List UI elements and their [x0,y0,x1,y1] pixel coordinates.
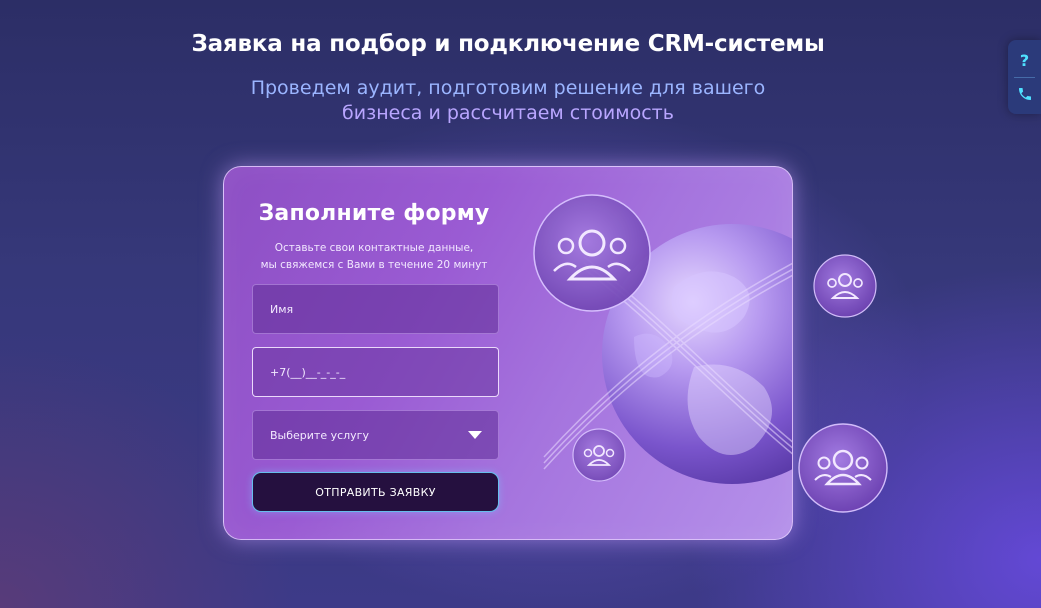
name-placeholder: Имя [270,302,294,316]
side-contact-widget: ? [1008,40,1041,114]
form-description-line-1: Оставьте свои контактные данные, [274,242,474,254]
phone-icon [1018,88,1031,100]
page-title: Заявка на подбор и подключение CRM-систе… [191,31,825,57]
form-description: Оставьте свои контактные данные, мы свяж… [224,240,524,274]
question-icon: ? [1019,50,1030,70]
page-subtitle: Проведем аудит, подготовим решение для в… [0,76,1016,126]
subtitle-line-1: Проведем аудит, подготовим решение для в… [250,77,766,99]
service-select-label: Выберите услугу [270,428,369,442]
help-button[interactable]: ? [1008,43,1041,77]
users-group-icon [798,423,888,513]
globe-illustration [533,194,792,484]
globe-illustration-overflow [798,254,888,513]
call-button[interactable] [1008,77,1041,111]
submit-button[interactable]: ОТПРАВИТЬ ЗАЯВКУ [252,472,499,512]
phone-input[interactable]: +7(__)__-_-_-_ [252,347,499,397]
service-select[interactable]: Выберите услугу [252,410,499,460]
form-description-line-2: мы свяжемся с Вами в течение 20 минут [260,259,488,271]
submit-button-label: ОТПРАВИТЬ ЗАЯВКУ [315,485,436,499]
subtitle-line-2: бизнеса и рассчитаем стоимость [342,102,674,124]
chevron-down-icon [468,431,482,439]
name-input[interactable]: Имя [252,284,499,334]
users-group-icon [572,428,626,482]
users-group-icon [533,194,651,312]
users-group-icon [813,254,877,318]
form-title: Заполните форму [258,201,490,226]
request-form-card: Заполните форму Оставьте свои контактные… [223,166,793,540]
phone-value: +7(__)__-_-_-_ [270,365,346,379]
